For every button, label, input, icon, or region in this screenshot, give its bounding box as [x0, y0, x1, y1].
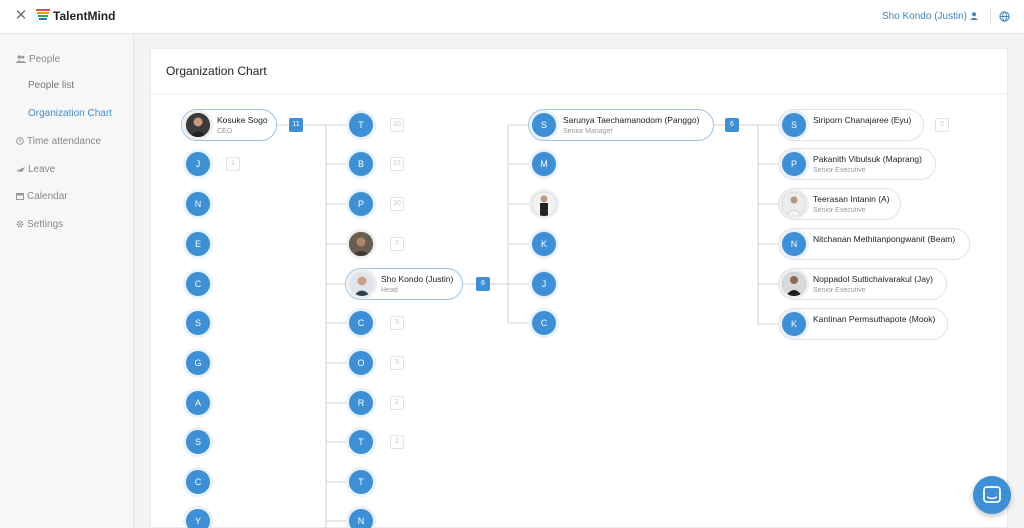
talentmind-logo-icon	[36, 9, 50, 20]
org-node-avatar[interactable]: J	[186, 152, 210, 176]
sidebar-item-calendar[interactable]: Calendar	[16, 191, 68, 202]
org-node-avatar[interactable]: K	[532, 232, 556, 256]
sidebar-item-label: Calendar	[27, 191, 68, 202]
org-node-avatar[interactable]: M	[532, 152, 556, 176]
org-node-avatar[interactable]: G	[186, 351, 210, 375]
subordinate-count[interactable]: 3	[390, 356, 404, 370]
brand-name: TalentMind	[53, 9, 116, 23]
close-icon[interactable]: ✕	[14, 8, 28, 23]
subordinate-count[interactable]: 3	[390, 316, 404, 330]
sidebar-item-settings[interactable]: Settings	[16, 219, 63, 230]
org-node-avatar[interactable]: T	[349, 113, 373, 137]
sidebar-item-organization-chart[interactable]: Organization Chart	[28, 108, 112, 119]
node-name: Pakanith Vibulsuk (Maprang)	[813, 154, 922, 164]
sidebar-item-label: Leave	[28, 164, 56, 175]
subordinate-count[interactable]: 2	[935, 118, 949, 132]
subordinate-count[interactable]: 10	[390, 118, 404, 132]
org-node-avatar[interactable]: S	[186, 430, 210, 454]
avatar: S	[782, 113, 806, 137]
org-node-avatar[interactable]: A	[186, 391, 210, 415]
subordinate-count[interactable]: 7	[390, 237, 404, 251]
avatar	[782, 272, 806, 296]
avatar	[186, 113, 210, 137]
org-node-avatar[interactable]: N	[186, 192, 210, 216]
org-node-avatar[interactable]: R	[349, 391, 373, 415]
subordinate-count-badge[interactable]: 11	[289, 118, 303, 132]
sidebar-item-label: People	[29, 54, 61, 65]
sidebar-item-time-attendance[interactable]: Time attendance	[16, 136, 101, 147]
org-node-avatar[interactable]: P	[349, 192, 373, 216]
sidebar-item-label: Organization Chart	[28, 108, 112, 119]
avatar: S	[532, 113, 556, 137]
org-node-avatar[interactable]: S	[186, 311, 210, 335]
node-name: Noppadol Suttichaivarakul (Jay)	[813, 274, 934, 284]
subordinate-count[interactable]: 2	[390, 396, 404, 410]
avatar	[782, 192, 806, 216]
sidebar-item-leave[interactable]: Leave	[16, 164, 55, 175]
avatar: P	[782, 152, 806, 176]
avatar: K	[782, 312, 806, 336]
org-node-avatar[interactable]	[532, 192, 556, 216]
divider	[151, 93, 1009, 94]
user-icon	[970, 12, 978, 21]
org-node-nitchanan[interactable]	[778, 228, 970, 260]
gear-icon	[16, 220, 24, 228]
subordinate-count[interactable]: 2	[390, 435, 404, 449]
org-node-avatar[interactable]: T	[349, 470, 373, 494]
org-node-avatar[interactable]: J	[532, 272, 556, 296]
node-name: Sho Kondo (Justin)	[381, 274, 454, 284]
avatar	[350, 272, 374, 296]
node-name: Teerasan Intanin (A)	[813, 194, 890, 204]
node-title: CEO	[217, 128, 233, 135]
plane-icon	[16, 167, 25, 173]
node-title: Senior Executive	[813, 167, 866, 174]
sidebar-item-label: People list	[28, 80, 75, 91]
node-title: Head	[381, 287, 398, 294]
org-node-avatar[interactable]: C	[349, 311, 373, 335]
sidebar-item-people-list[interactable]: People list	[28, 80, 74, 91]
subordinate-count-badge[interactable]: 6	[476, 277, 490, 291]
subordinate-count[interactable]: 12	[390, 157, 404, 171]
org-node-avatar[interactable]: B	[349, 152, 373, 176]
subordinate-count[interactable]: 10	[390, 197, 404, 211]
chat-launcher-button[interactable]	[973, 476, 1011, 514]
divider	[990, 9, 991, 25]
page-title: Organization Chart	[166, 64, 267, 78]
org-node-avatar[interactable]: O	[349, 351, 373, 375]
org-node-avatar[interactable]: C	[186, 272, 210, 296]
node-title: Senior Executive	[813, 207, 866, 214]
current-user[interactable]: Sho Kondo (Justin)	[882, 11, 978, 22]
subordinate-count[interactable]: 1	[226, 157, 240, 171]
sidebar: People People list Organization Chart Ti…	[0, 34, 134, 528]
node-name: Nitchanan Methitanpongwanit (Beam)	[813, 234, 956, 244]
current-user-name[interactable]: Sho Kondo (Justin)	[882, 11, 967, 22]
node-name: Kosuke Sogo	[217, 115, 268, 125]
node-title: Senior Executive	[813, 287, 866, 294]
avatar: N	[782, 232, 806, 256]
top-bar: ✕ TalentMind Sho Kondo (Justin)	[0, 0, 1024, 34]
node-name: Siriporn Chanajaree (Eyu)	[813, 115, 912, 125]
sidebar-item-label: Time attendance	[27, 136, 102, 147]
node-name: Sarunya Taechamanodom (Panggo)	[563, 115, 700, 125]
node-name: Kantinan Permsuthapote (Mook)	[813, 314, 936, 324]
globe-icon[interactable]	[999, 11, 1010, 22]
calendar-icon	[16, 193, 24, 201]
subordinate-count-badge[interactable]: 6	[725, 118, 739, 132]
org-node-avatar[interactable]: C	[186, 470, 210, 494]
org-node-avatar[interactable]: C	[532, 311, 556, 335]
org-node-avatar[interactable]: E	[186, 232, 210, 256]
sidebar-item-label: Settings	[27, 219, 64, 230]
org-node-avatar[interactable]: Y	[186, 509, 210, 528]
node-title: Senior Manager	[563, 128, 613, 135]
people-icon	[16, 55, 26, 64]
clock-icon	[16, 137, 24, 146]
org-node-avatar[interactable]	[349, 232, 373, 256]
chat-icon	[983, 486, 1001, 503]
sidebar-item-people[interactable]: People	[16, 54, 60, 65]
org-node-avatar[interactable]: T	[349, 430, 373, 454]
org-node-avatar[interactable]: N	[349, 509, 373, 528]
